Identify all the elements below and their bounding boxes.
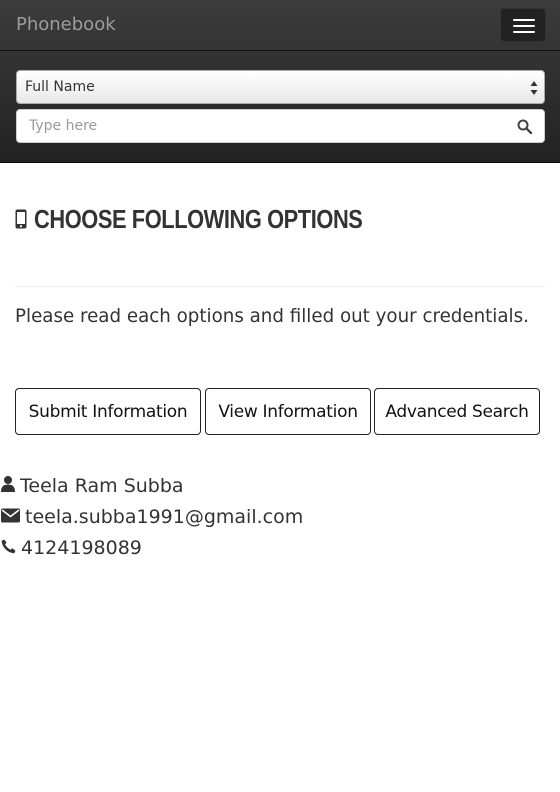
search-field-select[interactable]: Full Name bbox=[16, 70, 545, 104]
navbar: Phonebook Full Name bbox=[0, 0, 560, 163]
contact-name: Teela Ram Subba bbox=[20, 475, 184, 497]
phone-icon bbox=[1, 537, 16, 559]
contact-name-row: Teela Ram Subba bbox=[1, 474, 184, 498]
user-icon bbox=[1, 475, 15, 498]
brand-link[interactable]: Phonebook bbox=[16, 14, 116, 35]
search-box bbox=[16, 109, 545, 143]
menu-toggle-button[interactable] bbox=[500, 8, 546, 42]
divider bbox=[15, 286, 545, 287]
instructions-text: Please read each options and filled out … bbox=[15, 305, 529, 327]
hamburger-menu-icon bbox=[513, 19, 535, 21]
submit-information-button[interactable]: Submit Information bbox=[15, 388, 201, 435]
view-information-button[interactable]: View Information bbox=[205, 388, 371, 435]
contact-email: teela.subba1991@gmail.com bbox=[25, 506, 304, 528]
advanced-search-button[interactable]: Advanced Search bbox=[374, 388, 540, 435]
mobile-phone-icon bbox=[15, 209, 27, 229]
search-field-selected: Full Name bbox=[25, 79, 95, 95]
search-icon[interactable] bbox=[517, 119, 533, 135]
contact-phone: 4124198089 bbox=[21, 537, 142, 559]
contact-phone-row: 4124198089 bbox=[1, 536, 142, 560]
navbar-header: Phonebook bbox=[0, 0, 560, 50]
search-input[interactable] bbox=[17, 110, 507, 142]
page-heading: CHOOSE FOLLOWING OPTIONS bbox=[15, 202, 425, 236]
page-title: CHOOSE FOLLOWING OPTIONS bbox=[34, 203, 363, 234]
up-down-arrows-icon bbox=[530, 80, 538, 96]
navbar-divider bbox=[0, 50, 560, 51]
envelope-icon bbox=[1, 506, 20, 528]
contact-email-row: teela.subba1991@gmail.com bbox=[1, 505, 303, 529]
